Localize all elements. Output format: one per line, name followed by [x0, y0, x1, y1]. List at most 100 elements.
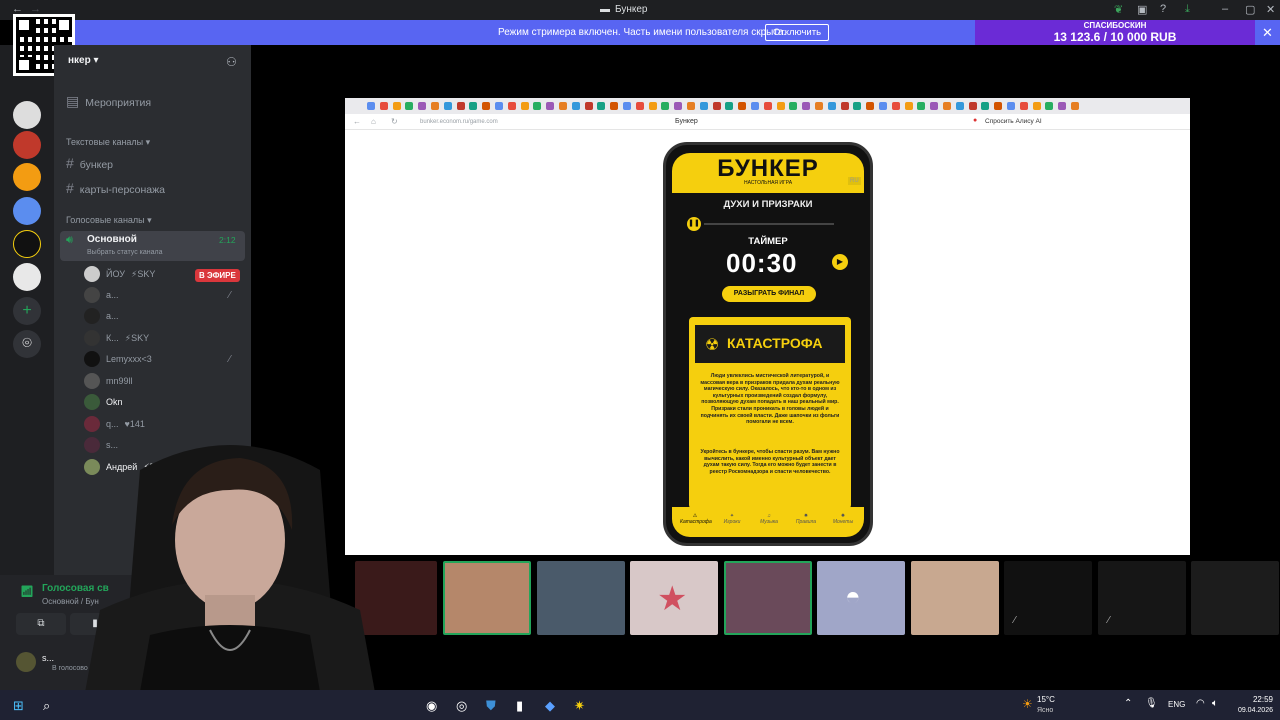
play-final-button[interactable]: РАЗЫГРАТЬ ФИНАЛ	[722, 286, 816, 302]
add-member-icon[interactable]: ⚇	[226, 55, 237, 69]
wifi-icon[interactable]: ◠	[1196, 698, 1205, 709]
browser-tab-favicon[interactable]	[879, 102, 887, 110]
server-icon-5[interactable]	[13, 230, 41, 258]
browser-tab-favicon[interactable]	[661, 102, 670, 110]
browser-tab-favicon[interactable]	[789, 102, 798, 110]
close-window-icon[interactable]: ✕	[1266, 3, 1275, 16]
pause-music-button[interactable]: ❚❚	[687, 217, 701, 231]
nav-music[interactable]: ♫ Музыка	[754, 513, 784, 525]
participant-tile[interactable]: ◓	[817, 561, 905, 635]
browser-tab-favicon[interactable]	[674, 102, 683, 110]
browser-tab-favicon[interactable]	[840, 102, 849, 110]
voice-member[interactable]: К... ⚡SKY	[84, 329, 149, 347]
browser-tab-favicon[interactable]	[571, 102, 580, 110]
server-icon-3[interactable]	[13, 163, 41, 191]
minimize-icon[interactable]: –	[1222, 3, 1228, 15]
nav-coins[interactable]: ✹ Монеты	[828, 513, 858, 525]
voice-member[interactable]: a...	[84, 307, 119, 325]
voice-member[interactable]: mn99ll	[84, 372, 133, 390]
browser-tab-favicon[interactable]	[392, 102, 401, 110]
browser-tab-favicon[interactable]	[1045, 102, 1054, 110]
participant-tile[interactable]	[537, 561, 625, 635]
browser-tab-favicon[interactable]	[610, 102, 619, 110]
browser-tab-favicon[interactable]	[738, 102, 747, 110]
participant-tile[interactable]: ★	[630, 561, 718, 635]
browser-tab-favicon[interactable]	[699, 102, 708, 110]
browser-tab-favicon[interactable]	[968, 102, 977, 110]
browser-tab-favicon[interactable]	[712, 102, 721, 110]
discover-icon[interactable]: ⌾	[13, 330, 41, 358]
browser-tab-favicon[interactable]	[367, 102, 375, 110]
browser-tab-favicon[interactable]	[1071, 102, 1079, 110]
start-icon[interactable]: ⊞	[13, 698, 24, 714]
browser-tab-favicon[interactable]	[546, 102, 555, 110]
participant-tile[interactable]: ⁄	[1004, 561, 1092, 635]
voice-member[interactable]: ЙОУ ⚡SKY	[84, 265, 155, 283]
download-icon[interactable]: ⤓	[1185, 3, 1190, 16]
server-icon-4[interactable]	[13, 197, 41, 225]
browser-tab-favicon[interactable]	[904, 102, 913, 110]
inbox-icon[interactable]: ▣	[1137, 3, 1147, 16]
events-channel[interactable]: ▤ Мероприятия	[66, 93, 151, 110]
screen-share-button[interactable]: ⧉	[16, 613, 66, 635]
browser-tab-favicon[interactable]	[418, 102, 427, 110]
browser-tab-favicon[interactable]	[520, 102, 529, 110]
text-category[interactable]: Текстовые каналы ▾	[66, 137, 150, 148]
maximize-icon[interactable]: ▢	[1245, 3, 1255, 16]
server-icon-1[interactable]	[13, 101, 41, 129]
language-indicator[interactable]: ENG	[1168, 700, 1185, 709]
browser-tab-favicon[interactable]	[431, 102, 439, 110]
browser-tab-favicon[interactable]	[584, 102, 593, 110]
browser-tab-favicon[interactable]	[456, 102, 465, 110]
nitro-leaf-icon[interactable]: ❦	[1114, 3, 1123, 16]
back-icon[interactable]: ←	[353, 117, 361, 126]
browser-tab-favicon[interactable]	[1032, 102, 1041, 110]
start-timer-button[interactable]: ▶	[832, 254, 848, 270]
ask-alice-button[interactable]: Спросить Алису AI	[985, 118, 1042, 125]
weather-temp[interactable]: 15°C	[1037, 695, 1055, 704]
browser-tab-favicon[interactable]	[1058, 102, 1067, 110]
search-icon[interactable]: ⌕	[43, 698, 50, 714]
nav-catastrophe[interactable]: ⚠ Катастрофа	[680, 513, 712, 525]
help-icon[interactable]: ?	[1160, 3, 1166, 15]
browser-tab-favicon[interactable]	[917, 102, 926, 110]
participant-tile[interactable]	[443, 561, 531, 635]
browser-tab-favicon[interactable]	[994, 102, 1003, 110]
clock-time[interactable]: 22:59	[1233, 695, 1273, 704]
disable-streamer-mode-button[interactable]: Отключить	[765, 24, 830, 41]
browser-tab-favicon[interactable]	[751, 102, 759, 110]
browser-tab-favicon[interactable]	[379, 102, 388, 110]
telegram-icon[interactable]: ◆	[545, 698, 555, 714]
browser-tab-favicon[interactable]	[687, 102, 695, 110]
browser-tab-favicon[interactable]	[725, 102, 734, 110]
browser-tab-favicon[interactable]	[648, 102, 657, 110]
app-icon[interactable]: ▮	[516, 698, 523, 714]
server-name[interactable]: нкер ▾	[68, 55, 99, 66]
browser-tab-favicon[interactable]	[443, 102, 452, 110]
browser-tab-favicon[interactable]	[815, 102, 823, 110]
nav-players[interactable]: ✦ Игроки	[717, 513, 747, 525]
browser-tab-favicon[interactable]	[1019, 102, 1028, 110]
browser-tab-favicon[interactable]	[623, 102, 631, 110]
close-bar-icon[interactable]: ✕	[1255, 20, 1280, 45]
channel-character-cards[interactable]: # карты-персонажа	[66, 180, 165, 196]
reload-icon[interactable]: ↻	[391, 117, 398, 126]
user-avatar[interactable]	[16, 652, 36, 672]
participant-tile[interactable]	[911, 561, 999, 635]
music-progress-bar[interactable]	[704, 223, 834, 225]
browser-tab-favicon[interactable]	[1007, 102, 1015, 110]
voice-member[interactable]: Lemyxxx<3	[84, 350, 152, 368]
defender-icon[interactable]: ⛊	[486, 698, 496, 714]
browser-tab-favicon[interactable]	[507, 102, 516, 110]
browser-tab-favicon[interactable]	[776, 102, 785, 110]
browser-tab-favicon[interactable]	[495, 102, 503, 110]
microphone-icon[interactable]: 🎙︎	[1145, 698, 1158, 709]
browser-tab-favicon[interactable]	[955, 102, 964, 110]
tray-chevron-icon[interactable]: ⌃	[1124, 698, 1132, 709]
voice-status-input[interactable]: Выбрать статус канала	[87, 249, 163, 256]
voice-category[interactable]: Голосовые каналы ▾	[66, 215, 152, 226]
browser-tab-favicon[interactable]	[635, 102, 644, 110]
participant-tile[interactable]: ⁄	[1098, 561, 1186, 635]
server-icon-2[interactable]	[13, 131, 41, 159]
channel-bunker[interactable]: # бункер	[66, 155, 113, 171]
